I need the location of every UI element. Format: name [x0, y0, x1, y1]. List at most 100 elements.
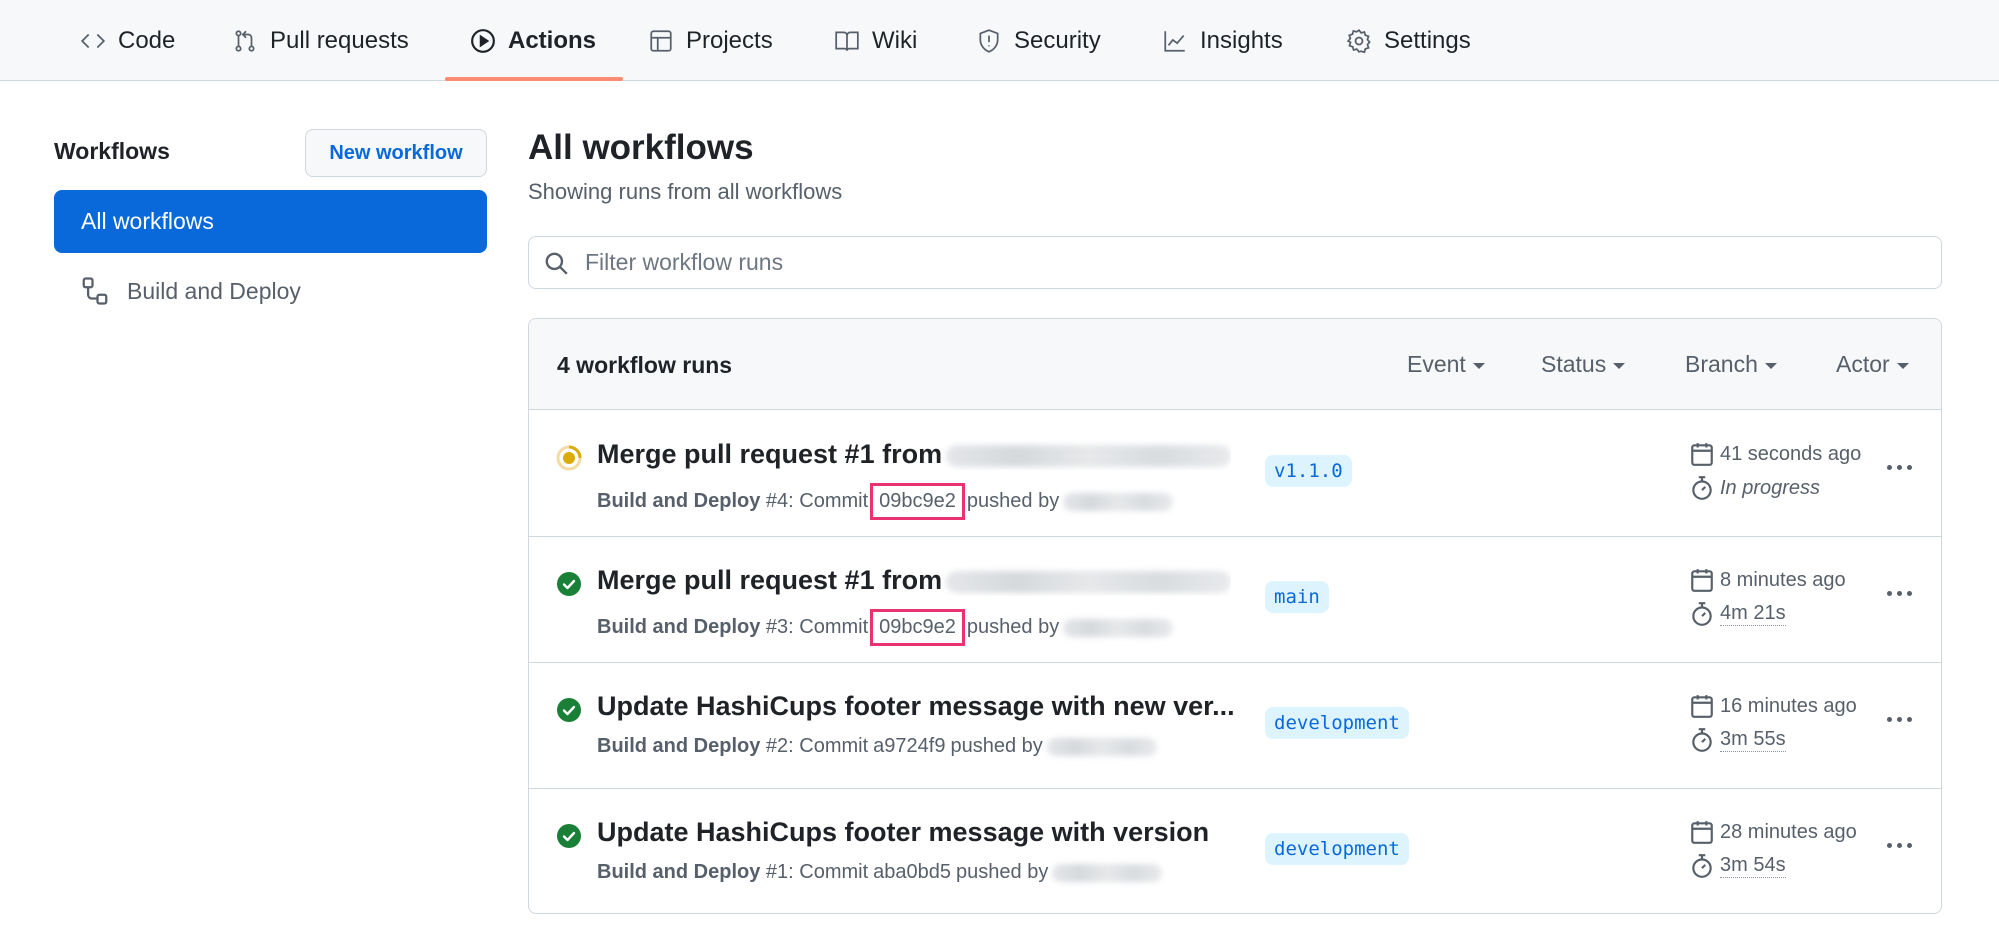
tab-security-label: Security: [1014, 26, 1101, 54]
tab-actions-label: Actions: [508, 26, 597, 54]
code-icon: [80, 33, 106, 48]
tab-code[interactable]: Code: [80, 0, 175, 81]
run-title-text: Merge pull request #1 from: [597, 565, 943, 595]
run-title-link[interactable]: Merge pull request #1 from: [597, 439, 1232, 470]
filter-workflow-runs[interactable]: [528, 236, 1942, 289]
workflow-icon: [82, 277, 108, 305]
play-icon: [471, 28, 495, 53]
run-title-link[interactable]: Merge pull request #1 from: [597, 565, 1232, 596]
pushed-by-label: pushed by: [950, 735, 1043, 757]
run-options-kebab[interactable]: [1879, 581, 1919, 605]
branch-tag[interactable]: development: [1265, 707, 1409, 739]
tab-projects-label: Projects: [686, 26, 773, 54]
book-icon: [835, 30, 859, 51]
check-circle-icon: [557, 824, 581, 848]
run-time: 28 minutes ago: [1689, 819, 1857, 845]
run-time: 16 minutes ago: [1689, 693, 1857, 719]
run-options-kebab[interactable]: [1879, 455, 1919, 479]
run-time-ago: 28 minutes ago: [1720, 820, 1857, 843]
tab-settings-label: Settings: [1384, 26, 1471, 54]
status-filter-dropdown[interactable]: Status: [1541, 351, 1626, 378]
kebab-dot: [1906, 590, 1912, 596]
runs-count: 4 workflow runs: [557, 352, 733, 378]
page-subtitle: Showing runs from all workflows: [528, 179, 843, 204]
commit-sha[interactable]: a9724f9: [873, 735, 945, 758]
run-number: #1: [765, 861, 789, 883]
event-filter-label: Event: [1407, 351, 1466, 377]
run-duration-value: 3m 55s: [1720, 728, 1786, 752]
status-filter-label: Status: [1541, 351, 1607, 377]
workflow-run-row[interactable]: Update HashiCups footer message with new…: [529, 663, 1941, 789]
run-options-kebab[interactable]: [1879, 707, 1919, 731]
commit-prefix: : Commit: [788, 861, 869, 883]
tab-insights[interactable]: Insights: [1162, 0, 1283, 81]
check-circle-icon: [557, 572, 581, 596]
pushed-by-label: pushed by: [956, 861, 1049, 883]
run-time-ago: 16 minutes ago: [1720, 694, 1857, 717]
run-meta: Build and Deploy #3: Commit 09bc9e2 push…: [597, 609, 1174, 646]
tab-wiki-label: Wiki: [872, 26, 918, 54]
run-meta: Build and Deploy #4: Commit 09bc9e2 push…: [597, 483, 1174, 520]
run-number: #2: [765, 735, 789, 757]
run-duration: 4m 21s: [1689, 601, 1786, 627]
filter-input[interactable]: [585, 249, 1885, 276]
run-duration: 3m 55s: [1689, 727, 1786, 753]
commit-prefix: : Commit: [788, 616, 869, 638]
stopwatch-icon: [1692, 728, 1712, 752]
tab-pull-requests-label: Pull requests: [270, 26, 409, 54]
branch-filter-dropdown[interactable]: Branch: [1685, 351, 1777, 378]
active-tab-indicator: [445, 77, 623, 81]
runs-header: 4 workflow runs Event Status Branch Acto…: [529, 319, 1941, 410]
tab-actions[interactable]: Actions: [470, 0, 596, 81]
check-circle-icon: [557, 698, 581, 722]
run-title-text: Update HashiCups footer message with ver…: [597, 817, 1210, 847]
run-number: #3: [765, 616, 789, 638]
workflow-run-row[interactable]: Update HashiCups footer message with ver…: [529, 789, 1941, 913]
workflow-run-row[interactable]: Merge pull request #1 from Build and Dep…: [529, 411, 1941, 537]
run-duration: 3m 54s: [1689, 853, 1786, 879]
run-title-link[interactable]: Update HashiCups footer message with new…: [597, 691, 1235, 722]
actor-filter-dropdown[interactable]: Actor: [1836, 351, 1909, 378]
commit-sha: 09bc9e2: [879, 616, 956, 638]
run-time-ago: 41 seconds ago: [1720, 442, 1862, 465]
run-meta: Build and Deploy #2: Commit a9724f9 push…: [597, 735, 1157, 758]
run-duration-value: 4m 21s: [1720, 602, 1786, 626]
run-number: #4: [765, 490, 789, 512]
sidebar-item-label: All workflows: [81, 208, 214, 234]
branch-tag[interactable]: v1.1.0: [1265, 455, 1352, 487]
calendar-icon: [1691, 443, 1713, 466]
stopwatch-icon: [1692, 854, 1712, 878]
kebab-dot: [1886, 716, 1892, 722]
pushed-by-label: pushed by: [966, 490, 1060, 512]
in-progress-icon: [556, 445, 582, 471]
actor-filter-label: Actor: [1836, 351, 1890, 377]
sidebar-item-build-and-deploy[interactable]: Build and Deploy: [54, 266, 487, 316]
tab-security[interactable]: Security: [976, 0, 1101, 81]
redacted-branch-name: [946, 444, 1232, 467]
caret-down-icon: [1472, 363, 1485, 369]
event-filter-dropdown[interactable]: Event: [1407, 351, 1485, 378]
workflow-run-row[interactable]: Merge pull request #1 from Build and Dep…: [529, 537, 1941, 663]
tab-settings[interactable]: Settings: [1346, 0, 1471, 81]
highlighted-commit-sha[interactable]: 09bc9e2: [870, 483, 965, 520]
tab-wiki[interactable]: Wiki: [834, 0, 917, 81]
highlighted-commit-sha[interactable]: 09bc9e2: [870, 609, 965, 646]
gear-icon: [1346, 28, 1371, 53]
branch-tag[interactable]: development: [1265, 833, 1409, 865]
commit-sha[interactable]: aba0bd5: [873, 861, 951, 884]
run-time-ago: 8 minutes ago: [1720, 568, 1846, 591]
sidebar-item-all-workflows[interactable]: All workflows: [54, 190, 487, 253]
run-options-kebab[interactable]: [1879, 833, 1919, 857]
run-duration-value: 3m 54s: [1720, 854, 1786, 878]
graph-icon: [1164, 30, 1185, 52]
new-workflow-button[interactable]: New workflow: [305, 129, 487, 177]
tab-projects[interactable]: Projects: [648, 0, 773, 81]
calendar-icon: [1691, 821, 1713, 844]
stopwatch-icon: [1692, 476, 1712, 500]
tab-pull-requests[interactable]: Pull requests: [232, 0, 409, 81]
redacted-username: [1046, 737, 1157, 756]
run-title-link[interactable]: Update HashiCups footer message with ver…: [597, 817, 1209, 848]
branch-tag[interactable]: main: [1265, 581, 1329, 613]
kebab-dot: [1906, 464, 1912, 470]
page-title: All workflows: [528, 128, 754, 167]
